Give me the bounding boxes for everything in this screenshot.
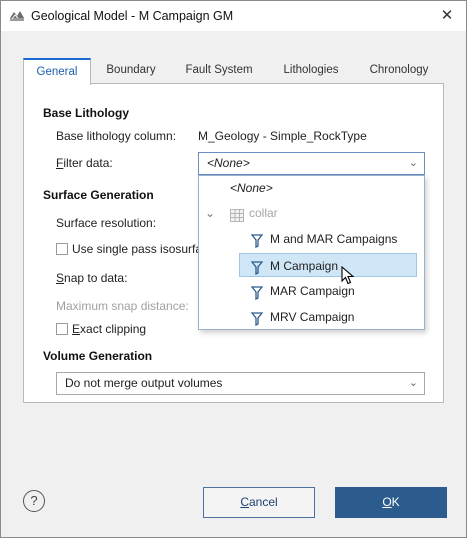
mouse-pointer-icon — [341, 265, 355, 289]
exact-clipping-label: Exact clipping — [72, 322, 147, 336]
close-icon[interactable]: ✕ — [439, 8, 455, 24]
tab-fault-system[interactable]: Fault System — [171, 58, 267, 84]
filter-data-dropdown: <None> ⌄ collar M and MAR Campaigns M Ca… — [198, 175, 425, 330]
volume-generation-heading: Volume Generation — [43, 349, 153, 363]
tab-general[interactable]: General — [23, 58, 91, 85]
dropdown-item-m-and-mar-campaigns[interactable]: M and MAR Campaigns — [199, 227, 424, 251]
filter-icon — [250, 310, 264, 334]
app-logo-icon — [9, 9, 25, 23]
help-icon[interactable]: ? — [23, 490, 45, 512]
filter-data-value: <None> — [207, 156, 250, 170]
filter-data-label: Filter data: — [56, 156, 113, 170]
merge-volumes-value: Do not merge output volumes — [65, 376, 223, 390]
tab-boundary[interactable]: Boundary — [93, 58, 169, 84]
base-lithology-heading: Base Lithology — [43, 106, 130, 120]
merge-volumes-select[interactable]: Do not merge output volumes ⌄ — [56, 372, 425, 395]
dropdown-item-label: M Campaign — [270, 259, 339, 273]
tab-bar: General Boundary Fault System Lithologie… — [23, 58, 444, 85]
dropdown-item-label: MRV Campaign — [270, 310, 355, 324]
max-snap-distance-label: Maximum snap distance: — [56, 299, 189, 313]
dropdown-item-label: M and MAR Campaigns — [270, 232, 398, 246]
cancel-button[interactable]: Cancel — [203, 487, 315, 518]
dropdown-item-none[interactable]: <None> — [199, 176, 424, 200]
base-lithology-column-label: Base lithology column: — [56, 129, 177, 143]
title-bar: Geological Model - M Campaign GM ✕ — [1, 1, 466, 31]
base-lithology-column-value: M_Geology - Simple_RockType — [198, 129, 367, 143]
surface-generation-heading: Surface Generation — [43, 188, 154, 202]
dialog-window: Geological Model - M Campaign GM ✕ Gener… — [0, 0, 467, 538]
dropdown-group-label: collar — [249, 206, 278, 220]
surface-resolution-label: Surface resolution: — [56, 216, 157, 230]
window-title: Geological Model - M Campaign GM — [31, 9, 234, 23]
dropdown-item-mar-campaign[interactable]: MAR Campaign — [199, 279, 424, 303]
dropdown-item-none-label: <None> — [230, 181, 273, 195]
ok-button[interactable]: OK — [335, 487, 447, 518]
tab-chronology[interactable]: Chronology — [355, 58, 443, 84]
dropdown-group-collar[interactable]: ⌄ collar — [199, 201, 424, 225]
filter-data-select[interactable]: <None> ⌄ — [198, 152, 425, 175]
dropdown-item-m-campaign[interactable]: M Campaign — [239, 253, 417, 277]
snap-to-data-label: Snap to data: — [56, 271, 128, 285]
single-pass-label: Use single pass isosurfa — [72, 242, 203, 256]
tab-lithologies[interactable]: Lithologies — [269, 58, 353, 84]
exact-clipping-checkbox[interactable] — [56, 323, 68, 335]
dropdown-item-mrv-campaign[interactable]: MRV Campaign — [199, 305, 424, 329]
collapse-chevron-icon[interactable]: ⌄ — [205, 201, 215, 225]
single-pass-checkbox[interactable] — [56, 243, 68, 255]
chevron-down-icon: ⌄ — [408, 377, 418, 389]
chevron-down-icon: ⌄ — [408, 157, 418, 169]
